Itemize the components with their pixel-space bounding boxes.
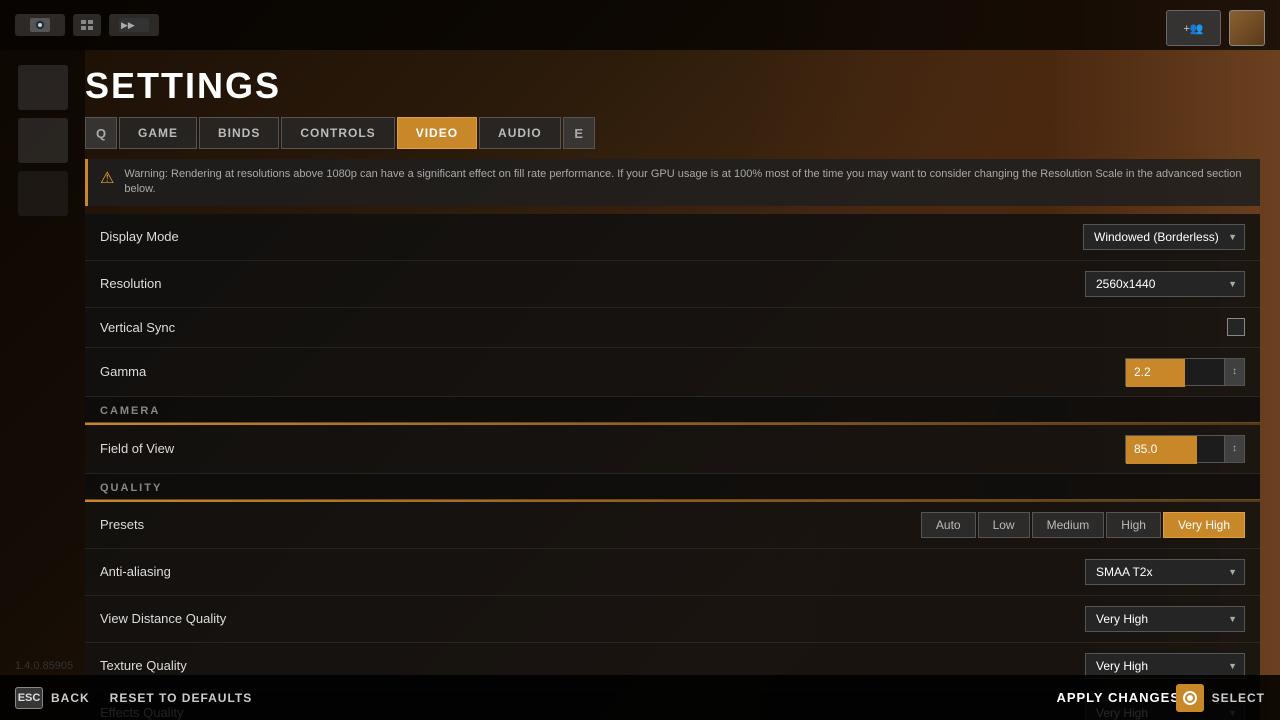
tab-controls[interactable]: CONTROLS [281, 117, 394, 149]
resolution-row: Resolution 2560x1440 1920x1080 1280x720 [85, 261, 1260, 308]
top-right-icons: +👥 [1166, 10, 1265, 46]
antialiasing-row: Anti-aliasing SMAA T2xSMAA 1xFXAAOff [85, 549, 1260, 596]
back-button[interactable]: ESC BACK [15, 687, 90, 709]
gamma-slider-btn[interactable]: ↕ [1224, 358, 1244, 386]
preset-high[interactable]: High [1106, 512, 1161, 538]
resolution-select[interactable]: 2560x1440 1920x1080 1280x720 [1085, 271, 1245, 297]
apply-label: APPLY CHANGES [1056, 690, 1180, 705]
sidebar-icon-3 [18, 171, 68, 216]
tab-bar: Q GAME BINDS CONTROLS VIDEO AUDIO E [85, 117, 1260, 149]
gamma-label: Gamma [100, 364, 146, 379]
sidebar-icon-2 [18, 118, 68, 163]
presets-control[interactable]: Auto Low Medium High Very High [921, 512, 1245, 538]
fov-control[interactable]: 85.0 ↕ [1125, 435, 1245, 463]
warning-box: ⚠ Warning: Rendering at resolutions abov… [85, 159, 1260, 206]
display-mode-control[interactable]: Windowed (Borderless) Fullscreen Windowe… [1083, 224, 1245, 250]
preset-medium[interactable]: Medium [1032, 512, 1105, 538]
reset-button[interactable]: RESET TO DEFAULTS [110, 691, 253, 705]
back-label: BACK [51, 691, 90, 705]
nav-icon-1[interactable] [73, 14, 101, 36]
quality-section-header: QUALITY [85, 474, 1260, 500]
top-bar: ▶▶ +👥 [0, 0, 1280, 50]
antialiasing-select[interactable]: SMAA T2xSMAA 1xFXAAOff [1085, 559, 1245, 585]
reset-label: RESET TO DEFAULTS [110, 691, 253, 705]
select-icon [1176, 684, 1204, 712]
antialiasing-control[interactable]: SMAA T2xSMAA 1xFXAAOff [1085, 559, 1245, 585]
gamma-value: 2.2 [1134, 365, 1151, 379]
view-distance-row: View Distance Quality Very HighHighMediu… [85, 596, 1260, 643]
group-icon[interactable]: +👥 [1166, 10, 1221, 46]
tab-bracket-q[interactable]: Q [85, 117, 117, 149]
texture-quality-label: Texture Quality [100, 658, 187, 673]
tab-audio[interactable]: AUDIO [479, 117, 561, 149]
display-mode-select[interactable]: Windowed (Borderless) Fullscreen Windowe… [1083, 224, 1245, 250]
tab-bracket-e[interactable]: E [563, 117, 595, 149]
vsync-checkbox[interactable] [1227, 318, 1245, 336]
steam-icon[interactable] [15, 14, 65, 36]
esc-key[interactable]: ESC [15, 687, 43, 709]
view-distance-select[interactable]: Very HighHighMediumLow [1085, 606, 1245, 632]
apply-button[interactable]: APPLY CHANGES [1056, 690, 1180, 705]
warning-text: Warning: Rendering at resolutions above … [124, 167, 1248, 198]
main-content: SETTINGS Q GAME BINDS CONTROLS VIDEO AUD… [0, 50, 1280, 720]
top-bar-icons: ▶▶ [15, 14, 159, 36]
gamma-slider[interactable]: 2.2 ↕ [1125, 358, 1245, 386]
display-mode-row: Display Mode Windowed (Borderless) Fulls… [85, 214, 1260, 261]
page-title: SETTINGS [85, 50, 1260, 117]
tab-game[interactable]: GAME [119, 117, 197, 149]
resolution-label: Resolution [100, 276, 161, 291]
preset-very-high[interactable]: Very High [1163, 512, 1245, 538]
avatar[interactable] [1229, 10, 1265, 46]
tab-video[interactable]: VIDEO [397, 117, 477, 149]
fov-value: 85.0 [1134, 442, 1157, 456]
warning-icon: ⚠ [100, 168, 114, 190]
sidebar-icon-1 [18, 65, 68, 110]
resolution-control[interactable]: 2560x1440 1920x1080 1280x720 [1085, 271, 1245, 297]
settings-panel: SETTINGS Q GAME BINDS CONTROLS VIDEO AUD… [85, 50, 1280, 720]
nav-icon-2[interactable]: ▶▶ [109, 14, 159, 36]
preset-auto[interactable]: Auto [921, 512, 976, 538]
select-button[interactable]: SELECT [1176, 684, 1265, 712]
view-distance-label: View Distance Quality [100, 611, 226, 626]
camera-section-header: CAMERA [85, 397, 1260, 423]
select-label: SELECT [1212, 691, 1265, 705]
left-sidebar [0, 50, 85, 720]
preset-low[interactable]: Low [978, 512, 1030, 538]
gamma-row: Gamma 2.2 ↕ [85, 348, 1260, 397]
settings-content[interactable]: Display Mode Windowed (Borderless) Fulls… [85, 214, 1260, 720]
fov-slider[interactable]: 85.0 ↕ [1125, 435, 1245, 463]
vsync-control[interactable] [1227, 318, 1245, 336]
display-mode-label: Display Mode [100, 229, 179, 244]
view-distance-control[interactable]: Very HighHighMediumLow [1085, 606, 1245, 632]
gamma-control[interactable]: 2.2 ↕ [1125, 358, 1245, 386]
tab-binds[interactable]: BINDS [199, 117, 279, 149]
svg-text:▶▶: ▶▶ [121, 20, 135, 30]
vsync-label: Vertical Sync [100, 320, 175, 335]
fov-row: Field of View 85.0 ↕ [85, 425, 1260, 474]
presets-row: Presets Auto Low Medium High Very High [85, 502, 1260, 549]
presets-label: Presets [100, 517, 144, 532]
bottom-bar: ESC BACK RESET TO DEFAULTS APPLY CHANGES… [0, 675, 1280, 720]
vsync-row: Vertical Sync [85, 308, 1260, 348]
antialiasing-label: Anti-aliasing [100, 564, 171, 579]
fov-label: Field of View [100, 441, 174, 456]
fov-slider-btn[interactable]: ↕ [1224, 435, 1244, 463]
